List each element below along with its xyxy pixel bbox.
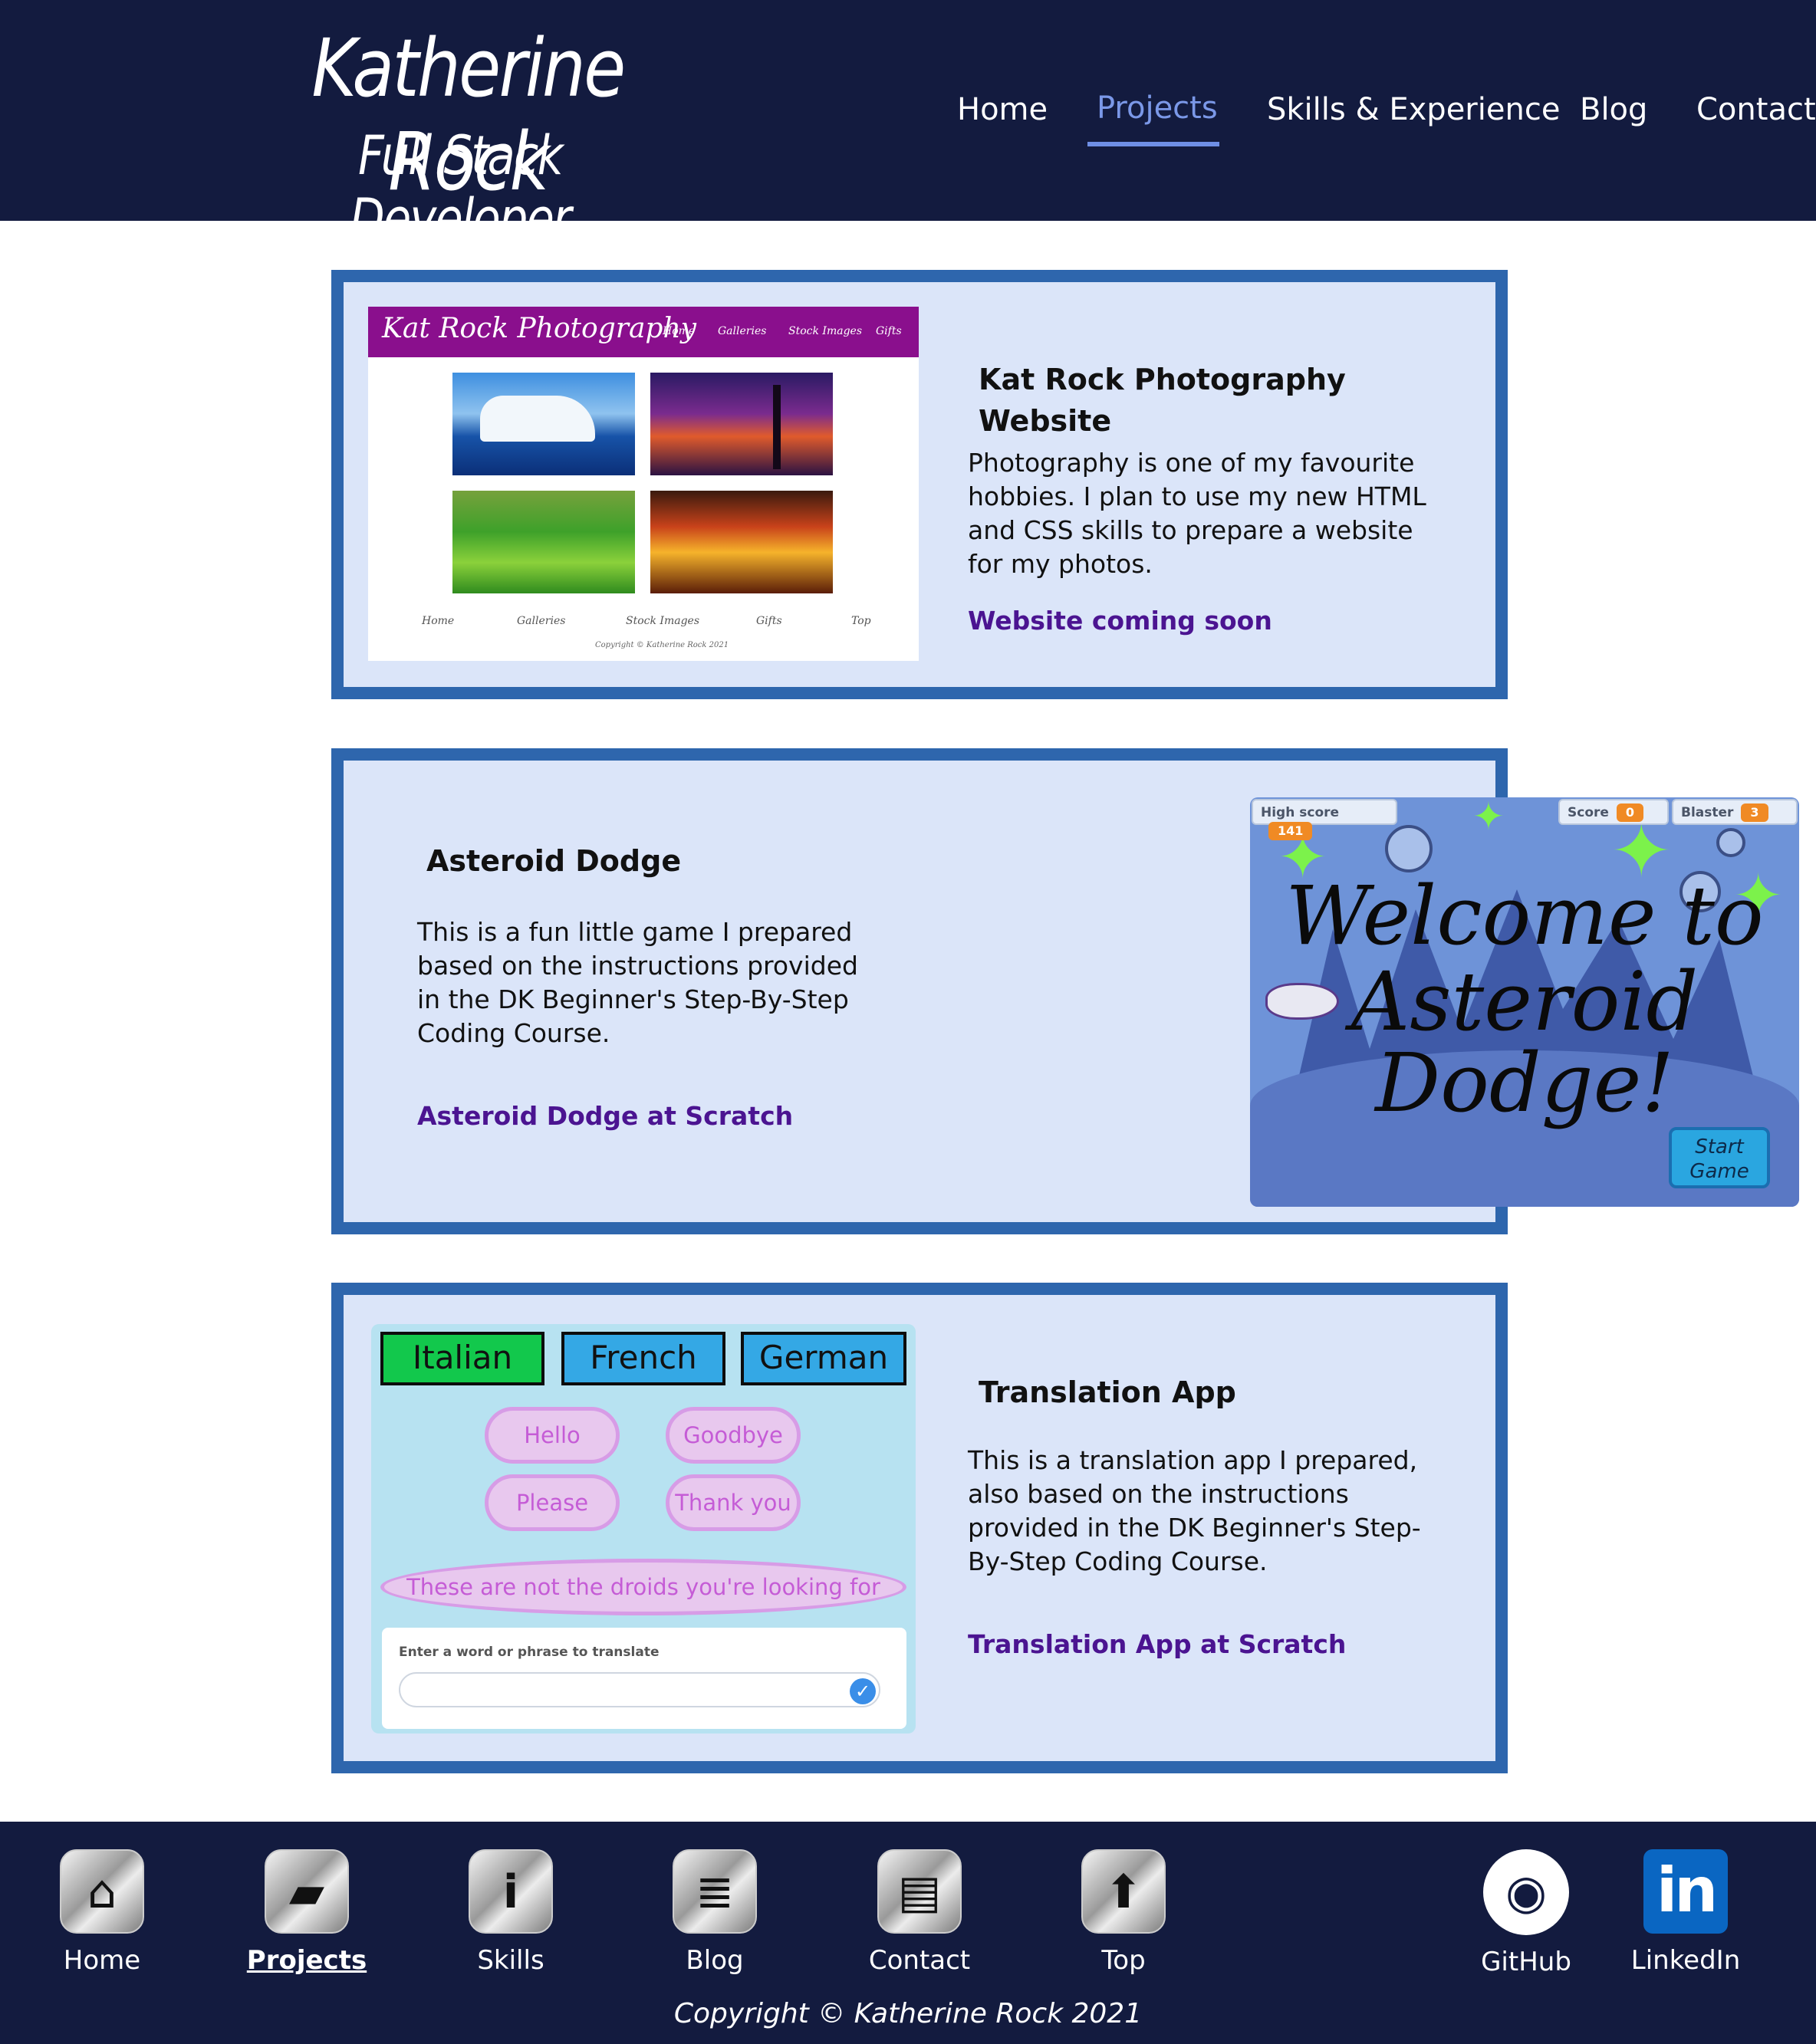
phrase-droids: These are not the droids you're looking … [380, 1559, 906, 1615]
photo-foot-stock-images: Stock Images [626, 615, 700, 627]
document-icon: ≣ [673, 1849, 757, 1934]
footer-nav-label: Home [63, 1945, 141, 1976]
site-owner-role: Full Stack Developer [350, 124, 571, 250]
github-icon: ◉ [1483, 1849, 1569, 1935]
project-link[interactable]: Translation App at Scratch [968, 1628, 1346, 1661]
phrase-please: Please [485, 1474, 620, 1531]
project-title: Translation App [979, 1375, 1236, 1409]
green-star-icon: ✦ [1472, 797, 1505, 839]
footer-nav-label: Projects [246, 1945, 367, 1976]
footer-nav-label: Blog [686, 1945, 744, 1976]
translate-input-field [399, 1672, 880, 1707]
nav-blog[interactable]: Blog [1580, 92, 1647, 127]
footer-copyright: Copyright © Katherine Rock 2021 [673, 1998, 1143, 2029]
high-score-label: High score [1261, 805, 1340, 820]
project-title: Asteroid Dodge [426, 844, 682, 878]
project-title: Kat Rock Photography Website [979, 363, 1346, 438]
language-german: German [741, 1332, 906, 1385]
arrow-up-icon: ⬆ [1081, 1849, 1166, 1934]
project-card-photography: Kat Rock Photography Home Galleries Stoc… [331, 270, 1508, 699]
project-description: This is a translation app I prepared, al… [968, 1445, 1421, 1576]
start-game-button: Start Game [1669, 1127, 1770, 1188]
blaster-label: Blaster [1681, 805, 1734, 820]
translation-app-screenshot: Italian French German Hello Goodbye Plea… [371, 1324, 916, 1733]
footer-social-label: LinkedIn [1630, 1945, 1741, 1976]
photo-nav-stock-images: Stock Images [788, 325, 863, 337]
blaster-value: 3 [1741, 803, 1768, 822]
footer-nav-home[interactable]: ⌂ Home [25, 1849, 179, 1978]
iceberg-shape [480, 396, 595, 442]
asteroid-dodge-screenshot: ✦ ✦ ✦ ✦ High score141 Score 0 Blaster 3 We… [1250, 797, 1799, 1207]
project-description: Photography is one of my favourite hobbi… [968, 448, 1426, 579]
score-value: 0 [1616, 803, 1644, 822]
iceberg-photo [452, 373, 635, 475]
info-icon: i [469, 1849, 553, 1934]
photo-site-header: Kat Rock Photography Home Galleries Stoc… [368, 307, 919, 357]
night-city-photo [650, 491, 833, 593]
sunset-palm-photo [650, 373, 833, 475]
high-score-value: 141 [1268, 822, 1313, 840]
game-title-line3: Dodge! [1375, 1036, 1674, 1130]
language-french: French [561, 1332, 725, 1385]
blaster-display: Blaster 3 [1672, 799, 1798, 825]
photo-site-copyright: Copyright © Katherine Rock 2021 [595, 641, 729, 649]
nav-home[interactable]: Home [957, 92, 1048, 127]
footer-nav-skills[interactable]: i Skills [434, 1849, 587, 1978]
photo-nav-galleries: Galleries [718, 325, 767, 337]
photo-nav-gifts: Gifts [876, 325, 902, 337]
linkedin-icon: in [1643, 1849, 1728, 1934]
nav-contact[interactable]: Contact [1696, 92, 1816, 127]
footer-linkedin-link[interactable]: in LinkedIn [1609, 1849, 1762, 1978]
planet-icon [1385, 825, 1433, 872]
rice-terrace-photo [452, 491, 635, 593]
home-icon: ⌂ [60, 1849, 144, 1934]
footer-github-link[interactable]: ◉ GitHub [1449, 1849, 1603, 1980]
game-title-line1: Welcome to [1285, 869, 1764, 963]
contact-card-icon: ▤ [877, 1849, 962, 1934]
project-card-translation-app: Italian French German Hello Goodbye Plea… [331, 1283, 1508, 1773]
footer-social-label: GitHub [1481, 1947, 1571, 1977]
score-display: Score 0 [1558, 799, 1669, 825]
project-link[interactable]: Asteroid Dodge at Scratch [417, 1099, 793, 1133]
project-description: This is a fun little game I prepared bas… [417, 917, 858, 1048]
footer-nav-blog[interactable]: ≣ Blog [638, 1849, 791, 1978]
high-score-display: High score 141 [1252, 799, 1397, 840]
photo-foot-galleries: Galleries [517, 615, 566, 627]
photography-website-screenshot: Kat Rock Photography Home Galleries Stoc… [368, 307, 919, 661]
footer-nav-contact[interactable]: ▤ Contact [843, 1849, 996, 1978]
site-footer: ⌂ Home ▰ Projects i Skills ≣ Blog ▤ Cont… [0, 1822, 1816, 2044]
active-nav-underline [1087, 142, 1219, 146]
footer-nav-label: Top [1101, 1945, 1146, 1976]
photo-foot-top: Top [851, 615, 871, 627]
footer-nav-label: Skills [477, 1945, 544, 1976]
phrase-goodbye: Goodbye [666, 1407, 801, 1464]
photo-foot-home: Home [422, 615, 455, 627]
nav-projects[interactable]: Projects [1097, 90, 1218, 126]
photo-site-logo: Kat Rock Photography [382, 313, 696, 344]
score-label: Score [1568, 805, 1609, 820]
phrase-hello: Hello [485, 1407, 620, 1464]
phrase-thank-you: Thank you [666, 1474, 801, 1531]
project-link[interactable]: Website coming soon [968, 604, 1272, 638]
footer-nav-label: Contact [868, 1945, 971, 1976]
site-header: Katherine Rock Full Stack Developer Home… [0, 0, 1816, 250]
photo-foot-gifts: Gifts [756, 615, 782, 627]
folder-icon: ▰ [265, 1849, 349, 1934]
footer-nav-top[interactable]: ⬆ Top [1047, 1849, 1200, 1978]
translate-input-panel: Enter a word or phrase to translate ✓ [382, 1628, 906, 1729]
planet-icon [1716, 828, 1745, 857]
game-title-line2: Asteroid [1350, 955, 1699, 1049]
palm-trunk [773, 385, 781, 469]
translate-input-label: Enter a word or phrase to translate [399, 1645, 660, 1660]
language-italian: Italian [380, 1332, 544, 1385]
nav-skills-experience[interactable]: Skills & Experience [1267, 92, 1560, 127]
project-card-asteroid-dodge: Asteroid Dodge This is a fun little game… [331, 748, 1799, 1234]
footer-nav-projects[interactable]: ▰ Projects [230, 1849, 383, 1978]
photo-nav-home: Home [663, 325, 696, 337]
checkmark-icon: ✓ [850, 1678, 876, 1704]
